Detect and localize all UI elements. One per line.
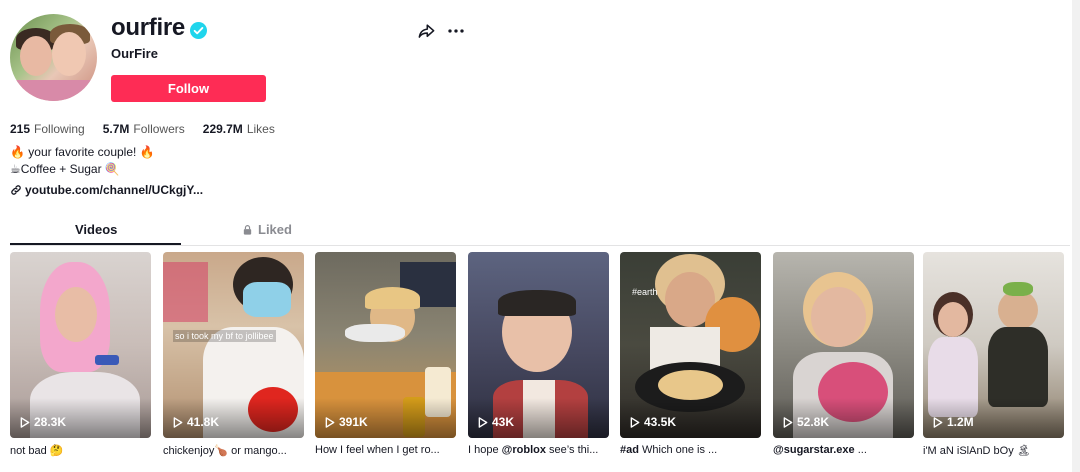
- profile-link[interactable]: youtube.com/channel/UCkgjY...: [10, 183, 203, 197]
- stat-following-label: Following: [34, 122, 85, 136]
- video-view-count: 41.8K: [173, 415, 219, 429]
- video-card[interactable]: 28.3K not bad 🤔: [10, 252, 151, 457]
- play-outline-icon: [630, 416, 640, 428]
- active-tab-indicator: [10, 243, 181, 245]
- play-outline-icon: [325, 416, 335, 428]
- video-thumbnail[interactable]: 391K: [315, 252, 456, 438]
- tab-liked-label: Liked: [258, 222, 292, 237]
- video-caption[interactable]: #ad Which one is ...: [620, 444, 761, 456]
- stat-likes-value: 229.7M: [202, 122, 243, 136]
- video-overlay-text: so i took my bf to jollibee: [173, 330, 276, 342]
- video-caption[interactable]: How I feel when I get ro...: [315, 444, 456, 456]
- stat-following[interactable]: 215 Following: [10, 122, 85, 136]
- tab-videos[interactable]: Videos: [75, 222, 117, 237]
- stat-likes: 229.7M Likes: [203, 122, 275, 136]
- video-card[interactable]: 43K I hope @roblox see’s thi...: [468, 252, 609, 456]
- tab-liked[interactable]: Liked: [242, 222, 292, 237]
- link-chain-icon: [11, 185, 21, 195]
- play-outline-icon: [933, 416, 943, 428]
- video-caption[interactable]: I hope @roblox see’s thi...: [468, 444, 609, 456]
- video-card[interactable]: so i took my bf to jollibee 41.8K chicke…: [163, 252, 304, 457]
- stat-followers-value: 5.7M: [102, 122, 130, 136]
- stat-following-value: 215: [10, 122, 31, 136]
- video-card[interactable]: 1.2M i'M aN iSlAnD bOy 🏝: [923, 252, 1064, 457]
- stat-followers[interactable]: 5.7M Followers: [103, 122, 185, 136]
- more-dots-icon[interactable]: [446, 22, 466, 40]
- bio-line: ☕Coffee + Sugar 🍭: [10, 162, 120, 176]
- caption-hashtag[interactable]: #ad: [620, 444, 639, 456]
- video-thumbnail[interactable]: #earth 43.5K: [620, 252, 761, 438]
- video-thumbnail[interactable]: so i took my bf to jollibee 41.8K: [163, 252, 304, 438]
- video-caption[interactable]: i'M aN iSlAnD bOy 🏝: [923, 444, 1064, 457]
- follow-button[interactable]: Follow: [111, 75, 266, 102]
- profile-avatar: [10, 14, 97, 101]
- video-view-count: 43K: [478, 415, 514, 429]
- share-arrow-icon[interactable]: [417, 22, 436, 41]
- video-overlay-text: #earth: [632, 287, 658, 297]
- profile-username: ourfire: [111, 14, 185, 41]
- video-card[interactable]: 52.8K @sugarstar.exe ...: [773, 252, 914, 456]
- video-view-count: 391K: [325, 415, 368, 429]
- stat-followers-label: Followers: [133, 122, 185, 136]
- page-scrollbar[interactable]: [1072, 0, 1080, 472]
- play-outline-icon: [173, 416, 183, 428]
- profile-nickname: OurFire: [111, 46, 158, 61]
- caption-mention[interactable]: @roblox: [502, 444, 546, 456]
- play-outline-icon: [478, 416, 488, 428]
- video-caption[interactable]: not bad 🤔: [10, 444, 151, 457]
- video-view-count: 28.3K: [20, 415, 66, 429]
- tab-divider: [10, 245, 1070, 246]
- video-thumbnail[interactable]: 28.3K: [10, 252, 151, 438]
- video-card[interactable]: 391K How I feel when I get ro...: [315, 252, 456, 456]
- profile-stats: 215 Following 5.7M Followers 229.7M Likes: [10, 122, 293, 136]
- stat-likes-label: Likes: [246, 122, 275, 136]
- video-caption[interactable]: @sugarstar.exe ...: [773, 444, 914, 456]
- video-grid: 28.3K not bad 🤔 so i took my bf to jolli…: [10, 252, 1070, 472]
- video-view-count: 1.2M: [933, 415, 974, 429]
- video-thumbnail[interactable]: 1.2M: [923, 252, 1064, 438]
- verified-badge-icon: [190, 22, 207, 39]
- video-thumbnail[interactable]: 43K: [468, 252, 609, 438]
- play-outline-icon: [20, 416, 30, 428]
- video-card[interactable]: #earth 43.5K #ad Which one is ...: [620, 252, 761, 456]
- video-thumbnail[interactable]: 52.8K: [773, 252, 914, 438]
- video-view-count: 43.5K: [630, 415, 676, 429]
- video-caption[interactable]: chickenjoy🍗 or mango...: [163, 444, 304, 457]
- play-outline-icon: [783, 416, 793, 428]
- caption-mention[interactable]: @sugarstar.exe: [773, 444, 855, 456]
- bio-line: 🔥 your favorite couple! 🔥: [10, 145, 155, 159]
- profile-link-text: youtube.com/channel/UCkgjY...: [25, 183, 204, 197]
- lock-icon: [243, 224, 252, 235]
- video-view-count: 52.8K: [783, 415, 829, 429]
